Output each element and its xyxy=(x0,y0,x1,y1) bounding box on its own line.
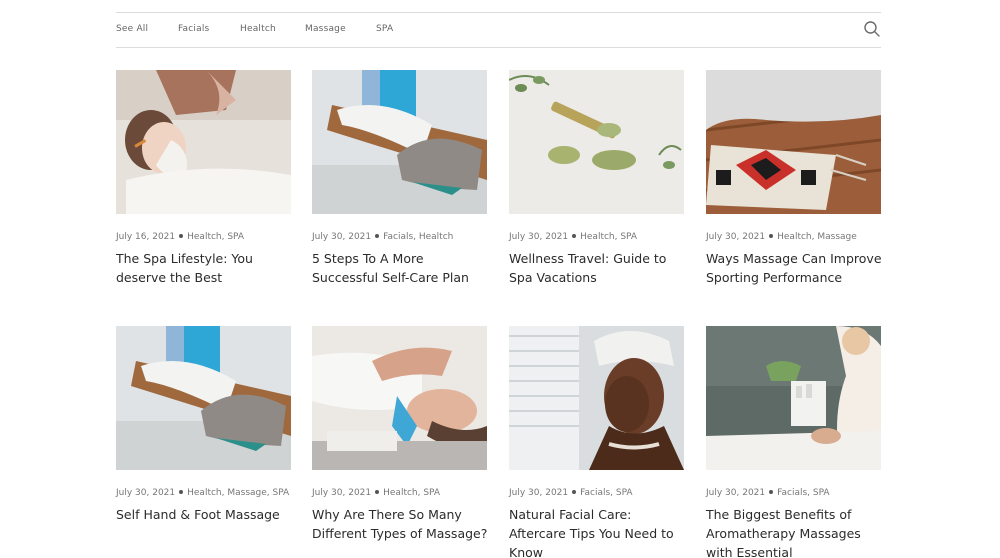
post-meta: July 30, 2021 Healtch, SPA xyxy=(312,488,440,498)
post-thumbnail[interactable] xyxy=(312,70,487,214)
post-date: July 30, 2021 xyxy=(509,488,569,498)
post-tags[interactable]: Healtch, SPA xyxy=(580,232,637,242)
post-thumbnail[interactable] xyxy=(706,326,881,470)
bullet-icon xyxy=(572,490,577,494)
post-tags[interactable]: Healtch, Massage xyxy=(777,232,857,242)
post-date: July 30, 2021 xyxy=(116,488,176,498)
post-date: July 30, 2021 xyxy=(312,232,372,242)
category-filter-bar: See All Facials Healtch Massage SPA xyxy=(116,12,881,48)
filter-massage[interactable]: Massage xyxy=(305,24,346,34)
post-thumbnail[interactable] xyxy=(509,326,684,470)
post-meta: July 30, 2021 Healtch, Massage xyxy=(706,232,857,242)
post-tags[interactable]: Facials, SPA xyxy=(580,488,632,498)
post-thumbnail[interactable] xyxy=(706,70,881,214)
post-thumbnail[interactable] xyxy=(509,70,684,214)
filter-see-all[interactable]: See All xyxy=(116,24,148,34)
filter-facials[interactable]: Facials xyxy=(178,24,209,34)
post-date: July 30, 2021 xyxy=(706,488,766,498)
post-tags[interactable]: Facials, Healtch xyxy=(383,232,453,242)
post-title[interactable]: Natural Facial Care: Aftercare Tips You … xyxy=(509,505,689,558)
bullet-icon xyxy=(769,490,774,494)
post-meta: July 30, 2021 Healtch, Massage, SPA xyxy=(116,488,289,498)
bullet-icon xyxy=(769,234,774,238)
post-thumbnail[interactable] xyxy=(116,70,291,214)
post-title[interactable]: Wellness Travel: Guide to Spa Vacations xyxy=(509,249,689,287)
post-thumbnail[interactable] xyxy=(312,326,487,470)
filter-healtch[interactable]: Healtch xyxy=(240,24,276,34)
post-title[interactable]: Ways Massage Can Improve Sporting Perfor… xyxy=(706,249,886,287)
post-date: July 30, 2021 xyxy=(706,232,766,242)
post-meta: July 30, 2021 Facials, Healtch xyxy=(312,232,453,242)
post-title[interactable]: The Biggest Benefits of Aromatherapy Mas… xyxy=(706,505,886,558)
bullet-icon xyxy=(375,234,380,238)
bullet-icon xyxy=(179,234,184,238)
bullet-icon xyxy=(572,234,577,238)
bullet-icon xyxy=(375,490,380,494)
post-tags[interactable]: Healtch, Massage, SPA xyxy=(187,488,289,498)
post-date: July 30, 2021 xyxy=(312,488,372,498)
post-date: July 30, 2021 xyxy=(509,232,569,242)
post-title[interactable]: Why Are There So Many Different Types of… xyxy=(312,505,492,543)
post-meta: July 30, 2021 Healtch, SPA xyxy=(509,232,637,242)
bullet-icon xyxy=(179,490,184,494)
post-meta: July 30, 2021 Facials, SPA xyxy=(509,488,633,498)
post-title[interactable]: The Spa Lifestyle: You deserve the Best xyxy=(116,249,296,287)
post-tags[interactable]: Healtch, SPA xyxy=(383,488,440,498)
post-date: July 16, 2021 xyxy=(116,232,176,242)
post-title[interactable]: 5 Steps To A More Successful Self-Care P… xyxy=(312,249,492,287)
post-tags[interactable]: Healtch, SPA xyxy=(187,232,244,242)
post-thumbnail[interactable] xyxy=(116,326,291,470)
post-tags[interactable]: Facials, SPA xyxy=(777,488,829,498)
search-icon[interactable] xyxy=(863,20,881,38)
post-title[interactable]: Self Hand & Foot Massage xyxy=(116,505,296,524)
post-meta: July 16, 2021 Healtch, SPA xyxy=(116,232,244,242)
post-meta: July 30, 2021 Facials, SPA xyxy=(706,488,830,498)
filter-spa[interactable]: SPA xyxy=(376,24,393,34)
